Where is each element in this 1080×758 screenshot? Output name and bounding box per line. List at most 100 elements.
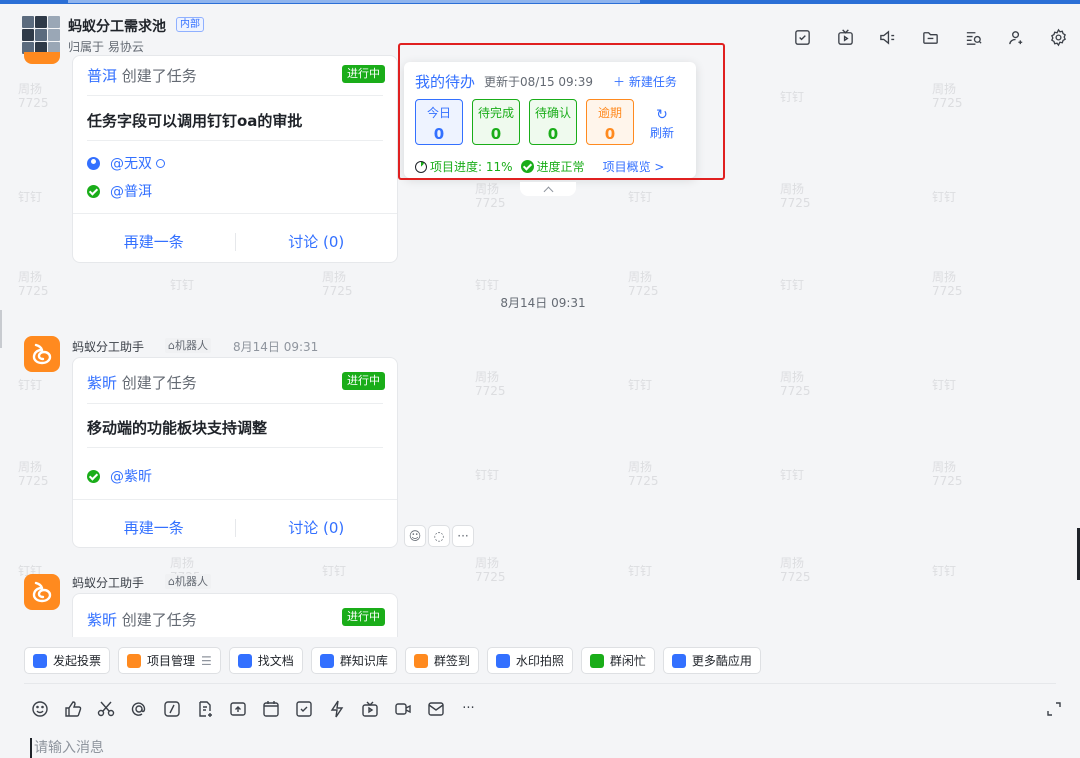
add-member-icon[interactable] xyxy=(1005,26,1027,48)
app-button-0[interactable]: 发起投票 xyxy=(24,647,111,674)
app-button-1[interactable]: 项目管理 ☰ xyxy=(118,647,221,674)
check-icon xyxy=(87,469,100,483)
watermark: 钉钉 xyxy=(780,90,805,104)
file-plus-icon[interactable] xyxy=(195,699,214,718)
task-author-line: 紫昕 创建了任务 xyxy=(87,372,197,393)
reply-comment-icon[interactable]: ◌ xyxy=(428,525,450,547)
search-strip[interactable] xyxy=(68,0,640,3)
divider xyxy=(73,499,397,500)
watermark: 钉钉 xyxy=(780,278,805,292)
watermark: 周扬7725 xyxy=(932,82,963,110)
app-label: 项目管理 xyxy=(147,654,196,668)
more-actions-icon[interactable]: ··· xyxy=(452,525,474,547)
left-edge-marker xyxy=(0,310,2,348)
message-input[interactable] xyxy=(30,738,930,758)
task-action: 创建了任务 xyxy=(121,374,197,392)
more-icon[interactable]: ··· xyxy=(459,699,478,718)
app-button-6[interactable]: 群闲忙 xyxy=(580,647,655,674)
calendar-icon[interactable] xyxy=(261,699,280,718)
live-tv-icon[interactable] xyxy=(360,699,379,718)
live-tv-icon[interactable] xyxy=(834,26,856,48)
sender-name[interactable]: 蚂蚁分工助手 xyxy=(72,338,144,355)
status-badge: 进行中 xyxy=(342,372,385,390)
collapse-chevron-icon[interactable] xyxy=(520,182,576,196)
app-button-7[interactable]: 更多酷应用 xyxy=(662,647,761,674)
app-button-2[interactable]: 找文档 xyxy=(228,647,303,674)
watermark: 钉钉 xyxy=(780,468,805,482)
status-badge: 进行中 xyxy=(342,65,385,83)
assignee-row[interactable]: @普洱 xyxy=(87,181,152,201)
task-author-line: 普洱 创建了任务 xyxy=(87,65,197,86)
slash-command-icon[interactable] xyxy=(162,699,181,718)
message-reactions: ☺ ◌ ··· xyxy=(404,525,474,547)
task-card: 普洱 创建了任务 进行中 任务字段可以调用钉钉oa的审批 @无双 @普洱 再建一… xyxy=(72,55,398,263)
task-action: 创建了任务 xyxy=(121,611,197,629)
menu-icon[interactable]: ☰ xyxy=(201,654,212,668)
task-author[interactable]: 普洱 xyxy=(87,67,117,85)
emoji-icon[interactable] xyxy=(30,699,49,718)
divider xyxy=(87,447,383,448)
app-button-5[interactable]: 水印拍照 xyxy=(486,647,573,674)
card-actions: 再建一条 讨论 (0) xyxy=(73,517,397,538)
assignee-name: @普洱 xyxy=(110,184,152,200)
group-subtitle[interactable]: 归属于 易协云 xyxy=(68,38,144,55)
group-name[interactable]: 蚂蚁分工需求池 xyxy=(68,16,166,36)
bot-avatar[interactable] xyxy=(24,574,60,610)
user-icon xyxy=(87,156,100,170)
watermark: 周扬7725 xyxy=(780,182,811,210)
create-again-button[interactable]: 再建一条 xyxy=(73,517,235,538)
announce-icon[interactable] xyxy=(876,26,898,48)
task-author[interactable]: 紫昕 xyxy=(87,374,117,392)
settings-gear-icon[interactable] xyxy=(1047,26,1069,48)
thumbs-up-icon[interactable] xyxy=(63,699,82,718)
at-icon[interactable] xyxy=(129,699,148,718)
watermark: 钉钉 xyxy=(18,378,43,392)
robot-icon: ⌂ xyxy=(168,575,175,588)
create-again-button[interactable]: 再建一条 xyxy=(73,231,235,252)
folder-icon[interactable] xyxy=(919,26,941,48)
app-label: 群闲忙 xyxy=(609,654,646,668)
watermark: 周扬7725 xyxy=(932,460,963,488)
lightning-icon[interactable] xyxy=(327,699,346,718)
task-check-icon[interactable] xyxy=(294,699,313,718)
expand-icon[interactable] xyxy=(1046,701,1062,717)
task-card: 紫昕 创建了任务 进行中 移动端的功能板块支持调整 @紫昕 再建一条 讨论 (0… xyxy=(72,357,398,548)
group-avatar[interactable] xyxy=(22,16,60,54)
scissors-icon[interactable] xyxy=(96,699,115,718)
assignee-row[interactable]: @紫昕 xyxy=(87,466,152,486)
bot-avatar[interactable] xyxy=(24,336,60,372)
watermark: 钉钉 xyxy=(628,378,653,392)
assignee-name: @紫昕 xyxy=(110,469,152,485)
cool-apps-bar: 发起投票 项目管理 ☰ 找文档 群知识库 群签到 水印拍照 群闲忙 更多酷应用 xyxy=(24,647,761,674)
sender-name[interactable]: 蚂蚁分工助手 xyxy=(72,574,144,591)
video-icon[interactable] xyxy=(393,699,412,718)
assignee-name: @无双 xyxy=(110,156,152,172)
task-title[interactable]: 任务字段可以调用钉钉oa的审批 xyxy=(87,110,302,131)
task-action: 创建了任务 xyxy=(121,67,197,85)
watermark: 钉钉 xyxy=(628,564,653,578)
add-reaction-icon[interactable]: ☺ xyxy=(404,525,426,547)
mail-icon[interactable] xyxy=(426,699,445,718)
task-author-line: 紫昕 创建了任务 xyxy=(87,609,197,630)
assignee-row[interactable]: @无双 xyxy=(87,153,165,173)
watermark: 周扬7725 xyxy=(18,82,49,110)
discuss-button[interactable]: 讨论 (0) xyxy=(236,517,398,538)
task-check-icon[interactable] xyxy=(791,26,813,48)
task-author[interactable]: 紫昕 xyxy=(87,611,117,629)
app-button-4[interactable]: 群签到 xyxy=(404,647,479,674)
upload-icon[interactable] xyxy=(228,699,247,718)
app-icon xyxy=(589,653,604,668)
watermark: 钉钉 xyxy=(170,278,195,292)
pending-circle-icon xyxy=(156,158,165,168)
app-button-3[interactable]: 群知识库 xyxy=(310,647,397,674)
discuss-button[interactable]: 讨论 (0) xyxy=(236,231,398,252)
watermark: 周扬7725 xyxy=(628,460,659,488)
card-actions: 再建一条 讨论 (0) xyxy=(73,231,397,252)
watermark: 周扬7725 xyxy=(18,460,49,488)
watermark: 周扬7725 xyxy=(780,370,811,398)
composer-toolbar: ··· xyxy=(30,699,478,718)
message-timestamp: 8月14日 09:31 xyxy=(500,296,586,310)
task-title[interactable]: 移动端的功能板块支持调整 xyxy=(87,417,267,438)
search-list-icon[interactable] xyxy=(962,26,984,48)
robot-label: 机器人 xyxy=(174,339,208,352)
